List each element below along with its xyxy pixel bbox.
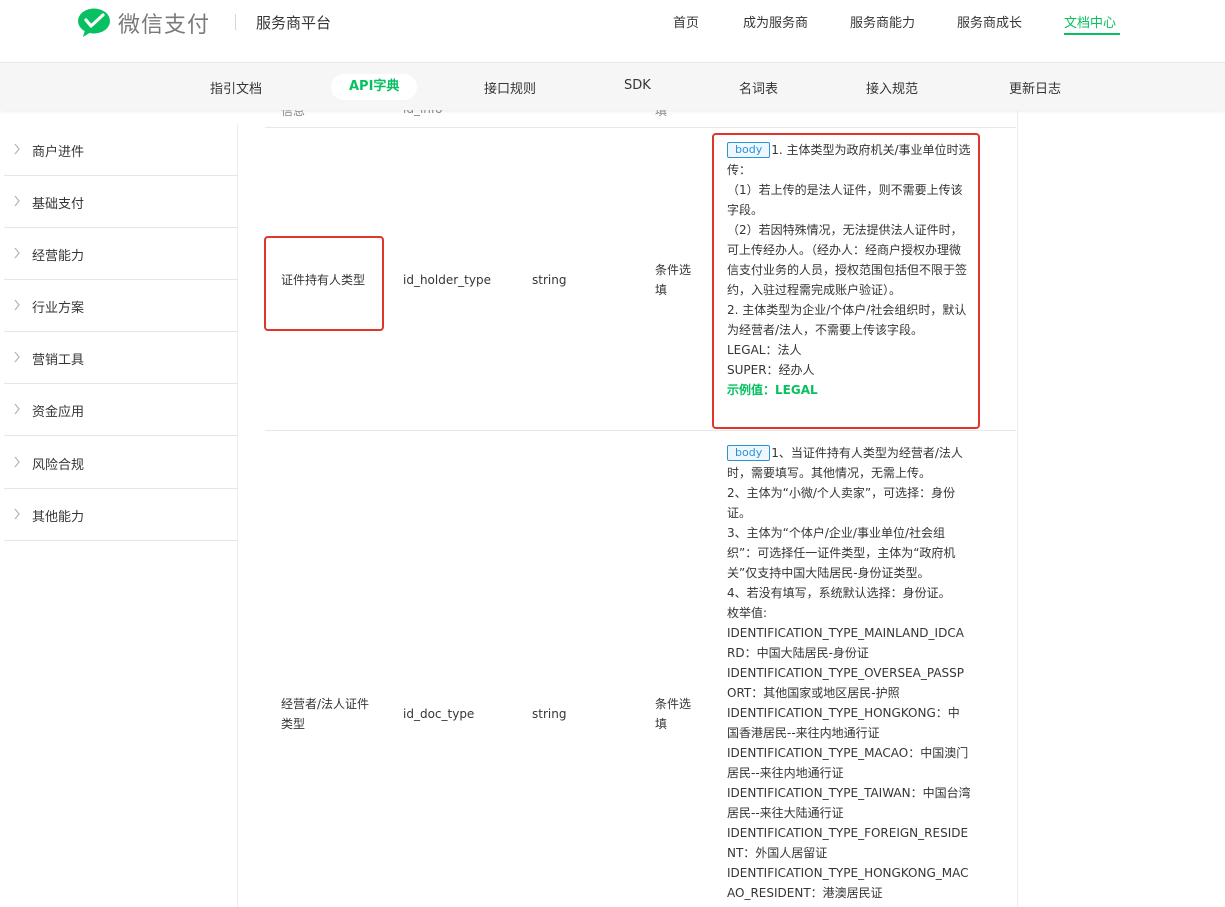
sub-nav: 指引文档 API字典 接口规则 SDK 名词表 接入规范 更新日志 (0, 62, 1225, 110)
description-line: 2、主体为“小微/个人卖家”，可选择：身份证。 (727, 486, 956, 520)
param-field-cell: id_holder_type (403, 273, 491, 287)
chevron-right-icon (14, 508, 20, 520)
chevron-right-icon (14, 299, 20, 311)
tab-sdk[interactable]: SDK (624, 78, 651, 93)
tab-guide-docs[interactable]: 指引文档 (210, 78, 262, 97)
nav-active-underline (1064, 33, 1120, 35)
sidebar-item-label: 营销工具 (32, 353, 85, 368)
param-name-cell: 证件持有人类型 (281, 273, 366, 287)
chevron-right-icon (14, 456, 20, 468)
description-line: IDENTIFICATION_TYPE_HONGKONG_MACAO_RESID… (727, 866, 969, 900)
chevron-right-icon (14, 403, 20, 415)
tab-api-dictionary[interactable]: API字典 (331, 74, 418, 100)
param-description: body 1、当证件持有人类型为经营者/法人时，需要填写。其他情况，无需上传。 2… (727, 443, 971, 903)
chevron-right-icon (14, 195, 20, 207)
body-badge: body (727, 142, 771, 158)
partial-row-required: 填 (655, 110, 668, 118)
param-required-cell: 条件选填 (655, 697, 692, 731)
sidebar-item-marketing-tools[interactable]: 营销工具 (4, 332, 237, 384)
description-line: 2. 主体类型为企业/个体户/社会组织时，默认为经营者/法人，不需要上传该字段。 (727, 303, 967, 337)
nav-partner-capabilities[interactable]: 服务商能力 (850, 12, 915, 31)
description-line: （1）若上传的是法人证件，则不需要上传该字段。 (727, 183, 963, 217)
sidebar-item-label: 行业方案 (32, 301, 85, 316)
tab-access-spec[interactable]: 接入规范 (866, 78, 918, 97)
sidebar: 商户进件 基础支付 经营能力 行业方案 营销工具 资金应用 风险合规 其他能力 (0, 124, 238, 907)
description-line: IDENTIFICATION_TYPE_FOREIGN_RESIDENT：外国人… (727, 826, 969, 860)
description-line: SUPER：经办人 (727, 363, 815, 377)
param-type-cell: string (532, 707, 567, 721)
row-divider (265, 430, 1016, 431)
tab-changelog[interactable]: 更新日志 (1009, 78, 1061, 97)
partial-row-name: 信息 (281, 110, 306, 118)
chevron-right-icon (14, 247, 20, 259)
sidebar-item-business-capability[interactable]: 经营能力 (4, 228, 237, 280)
nav-become-partner[interactable]: 成为服务商 (743, 12, 808, 31)
sidebar-item-other-capabilities[interactable]: 其他能力 (4, 489, 237, 541)
description-line: IDENTIFICATION_TYPE_MACAO：中国澳门居民--来往内地通行… (727, 746, 969, 780)
param-description: body 1. 主体类型为政府机关/事业单位时选传： （1）若上传的是法人证件，则… (727, 140, 971, 400)
description-line: 3、主体为“个体户/企业/事业单位/社会组织”：可选择任一证件类型，主体为“政府… (727, 526, 956, 580)
top-header: 微信支付 服务商平台 首页 成为服务商 服务商能力 服务商成长 文档中心 (0, 0, 1225, 62)
sidebar-item-label: 资金应用 (32, 405, 85, 420)
description-line: IDENTIFICATION_TYPE_MAINLAND_IDCARD：中国大陆… (727, 626, 964, 660)
param-field-cell: id_doc_type (403, 707, 475, 721)
sidebar-item-label: 商户进件 (32, 145, 85, 160)
sidebar-item-label: 其他能力 (32, 510, 85, 525)
param-type-cell: string (532, 273, 567, 287)
chevron-right-icon (14, 143, 20, 155)
sidebar-item-merchant-onboarding[interactable]: 商户进件 (4, 124, 237, 176)
sidebar-item-fund-applications[interactable]: 资金应用 (4, 384, 237, 436)
param-name-cell: 经营者/法人证件类型 (281, 697, 370, 731)
description-line: IDENTIFICATION_TYPE_HONGKONG：中国香港居民--来往内… (727, 706, 960, 740)
sidebar-item-label: 经营能力 (32, 249, 85, 264)
param-required-cell: 条件选填 (655, 263, 692, 297)
sidebar-item-label: 基础支付 (32, 197, 85, 212)
description-line: IDENTIFICATION_TYPE_TAIWAN：中国台湾居民--来往大陆通… (727, 786, 971, 820)
tab-glossary[interactable]: 名词表 (739, 78, 778, 97)
partial-row-field: id_info (403, 110, 442, 116)
body-badge: body (727, 445, 771, 461)
sidebar-item-basic-payment[interactable]: 基础支付 (4, 176, 237, 228)
sidebar-item-industry-solutions[interactable]: 行业方案 (4, 280, 237, 332)
row-divider (265, 127, 1016, 128)
description-line: 枚举值: (727, 606, 768, 620)
sidebar-item-label: 风险合规 (32, 458, 85, 473)
description-line: IDENTIFICATION_TYPE_OVERSEA_PASSPORT：其他国… (727, 666, 964, 700)
description-line: LEGAL：法人 (727, 343, 802, 357)
description-line: （2）若因特殊情况，无法提供法人证件时，可上传经办人。（经办人：经商户授权办理微… (727, 223, 968, 297)
nav-doc-center[interactable]: 文档中心 (1064, 12, 1116, 31)
nav-home[interactable]: 首页 (673, 12, 699, 31)
chevron-right-icon (14, 351, 20, 363)
main-nav: 首页 成为服务商 服务商能力 服务商成长 文档中心 (0, 12, 1225, 42)
description-line: 4、若没有填写，系统默认选择：身份证。 (727, 586, 951, 600)
sidebar-item-risk-compliance[interactable]: 风险合规 (4, 437, 237, 489)
nav-partner-growth[interactable]: 服务商成长 (957, 12, 1022, 31)
api-param-table: 信息 id_info 填 证件持有人类型 id_holder_type stri… (238, 110, 1018, 907)
tab-api-rules[interactable]: 接口规则 (484, 78, 536, 97)
example-value: 示例值：LEGAL (727, 383, 818, 397)
